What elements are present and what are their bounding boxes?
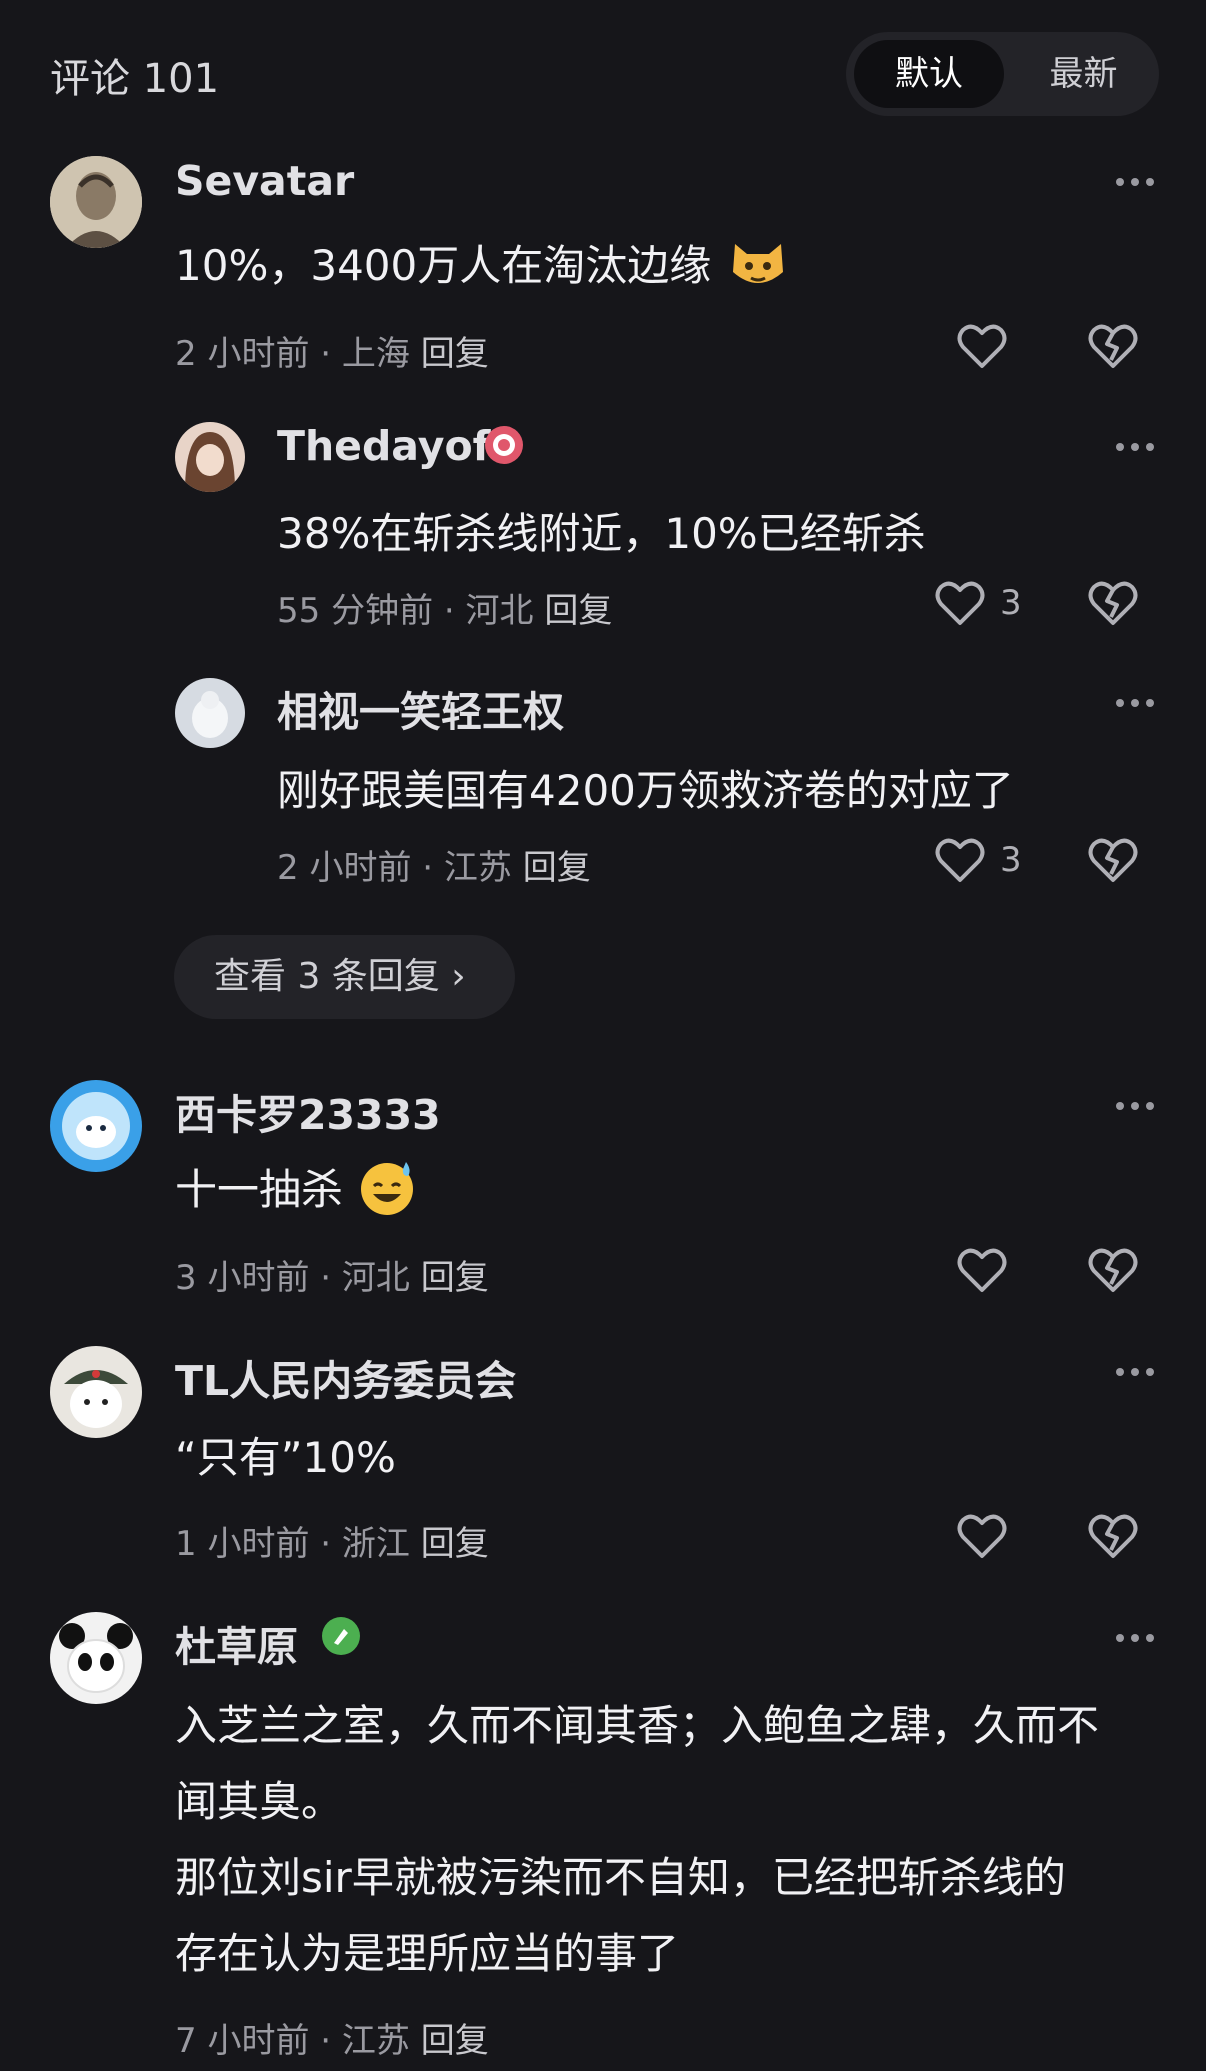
sort-latest-button[interactable]: 最新	[1016, 40, 1151, 108]
comment-time: 55 分钟前	[277, 591, 434, 631]
username[interactable]: 杜草原	[175, 1613, 298, 1673]
more-dots-icon[interactable]	[1110, 1357, 1160, 1387]
meta-separator: ·	[309, 334, 342, 374]
comment-location: 江苏	[443, 848, 512, 888]
comment-time: 1 小时前	[175, 1524, 310, 1564]
meta-separator: ·	[411, 848, 444, 888]
comment-text-line: 入芝兰之室，久而不闻其香；入鲍鱼之肆，久而不	[175, 1701, 1100, 1750]
comments-header: 评论 101 默认 最新	[0, 0, 1206, 150]
reply-button[interactable]: 回复	[421, 1524, 489, 1564]
heart-icon[interactable]	[954, 1242, 1010, 1298]
avatar[interactable]	[50, 1346, 142, 1438]
comment-text: 10%，3400万人在淘汰边缘	[175, 232, 789, 294]
username[interactable]: TL人民内务委员会	[175, 1347, 516, 1407]
like-count: 3	[1000, 583, 1022, 623]
heart-icon[interactable]	[932, 575, 988, 631]
avatar[interactable]	[175, 678, 245, 748]
comment-location: 河北	[465, 591, 534, 631]
comment-text-line: 闻其臭。	[175, 1777, 344, 1826]
reply-button[interactable]: 回复	[421, 2021, 489, 2061]
cat-emoji-icon	[732, 244, 783, 283]
comments-title: 评论 101	[50, 56, 220, 102]
more-dots-icon[interactable]	[1110, 688, 1160, 718]
reply-button[interactable]: 回复	[523, 848, 591, 888]
comment-location: 浙江	[341, 1524, 410, 1564]
meta-separator: ·	[309, 1258, 342, 1298]
view-replies-button[interactable]: 查看 3 条回复 ›	[174, 935, 515, 1019]
heart-icon[interactable]	[954, 318, 1010, 374]
vip-badge-icon	[485, 426, 523, 464]
heart-icon[interactable]	[954, 1508, 1010, 1564]
broken-heart-icon[interactable]	[1085, 832, 1141, 888]
comment-meta: 2 小时前 · 江苏 回复	[277, 840, 591, 889]
like-count: 3	[1000, 840, 1022, 880]
reply-button[interactable]: 回复	[544, 591, 612, 631]
more-dots-icon[interactable]	[1110, 1623, 1160, 1653]
reply-button[interactable]: 回复	[421, 334, 489, 374]
username[interactable]: 相视一笑轻王权	[277, 678, 564, 738]
comment-text-line: 存在认为是理所应当的事了	[175, 1929, 680, 1978]
username[interactable]: 西卡罗23333	[175, 1081, 441, 1141]
avatar[interactable]	[175, 422, 245, 492]
sort-toggle: 默认 最新	[846, 32, 1159, 116]
broken-heart-icon[interactable]	[1085, 1508, 1141, 1564]
comment-location: 上海	[341, 334, 410, 374]
comment-text: 十一抽杀	[175, 1156, 418, 1218]
verified-badge-icon	[322, 1617, 360, 1655]
broken-heart-icon[interactable]	[1085, 318, 1141, 374]
comment-text-line: 那位刘sir早就被污染而不自知，已经把斩杀线的	[175, 1853, 1066, 1902]
comment-meta: 1 小时前 · 浙江 回复	[175, 1516, 489, 1565]
comment-meta: 55 分钟前 · 河北 回复	[277, 583, 612, 632]
meta-separator: ·	[309, 2021, 342, 2061]
comment-time: 2 小时前	[277, 848, 412, 888]
comment-text: 38%在斩杀线附近，10%已经斩杀	[277, 509, 926, 558]
username[interactable]: Thedayof	[277, 422, 490, 470]
sweat-smile-emoji-icon	[361, 1162, 414, 1215]
reply-button[interactable]: 回复	[421, 1258, 489, 1298]
more-dots-icon[interactable]	[1110, 1091, 1160, 1121]
comment-text-body: 10%，3400万人在淘汰边缘	[175, 241, 712, 290]
comment-location: 河北	[341, 1258, 410, 1298]
avatar[interactable]	[50, 1080, 142, 1172]
comment-meta: 2 小时前 · 上海 回复	[175, 326, 489, 375]
comment-text: 刚好跟美国有4200万领救济卷的对应了	[277, 766, 1014, 815]
comment-time: 3 小时前	[175, 1258, 310, 1298]
comment-meta: 3 小时前 · 河北 回复	[175, 1250, 489, 1299]
comment-time: 7 小时前	[175, 2021, 310, 2061]
sort-default-button[interactable]: 默认	[854, 40, 1004, 108]
heart-icon[interactable]	[932, 832, 988, 888]
comment-time: 2 小时前	[175, 334, 310, 374]
meta-separator: ·	[433, 591, 466, 631]
comment-location: 江苏	[341, 2021, 410, 2061]
comment-text: “只有”10%	[175, 1433, 396, 1482]
more-dots-icon[interactable]	[1110, 167, 1160, 197]
broken-heart-icon[interactable]	[1085, 1242, 1141, 1298]
comment-meta: 7 小时前 · 江苏 回复	[175, 2013, 489, 2062]
meta-separator: ·	[309, 1524, 342, 1564]
broken-heart-icon[interactable]	[1085, 575, 1141, 631]
username[interactable]: Sevatar	[175, 157, 354, 205]
more-dots-icon[interactable]	[1110, 432, 1160, 462]
avatar[interactable]	[50, 1612, 142, 1704]
comment-text-body: 十一抽杀	[175, 1165, 344, 1214]
avatar[interactable]	[50, 156, 142, 248]
